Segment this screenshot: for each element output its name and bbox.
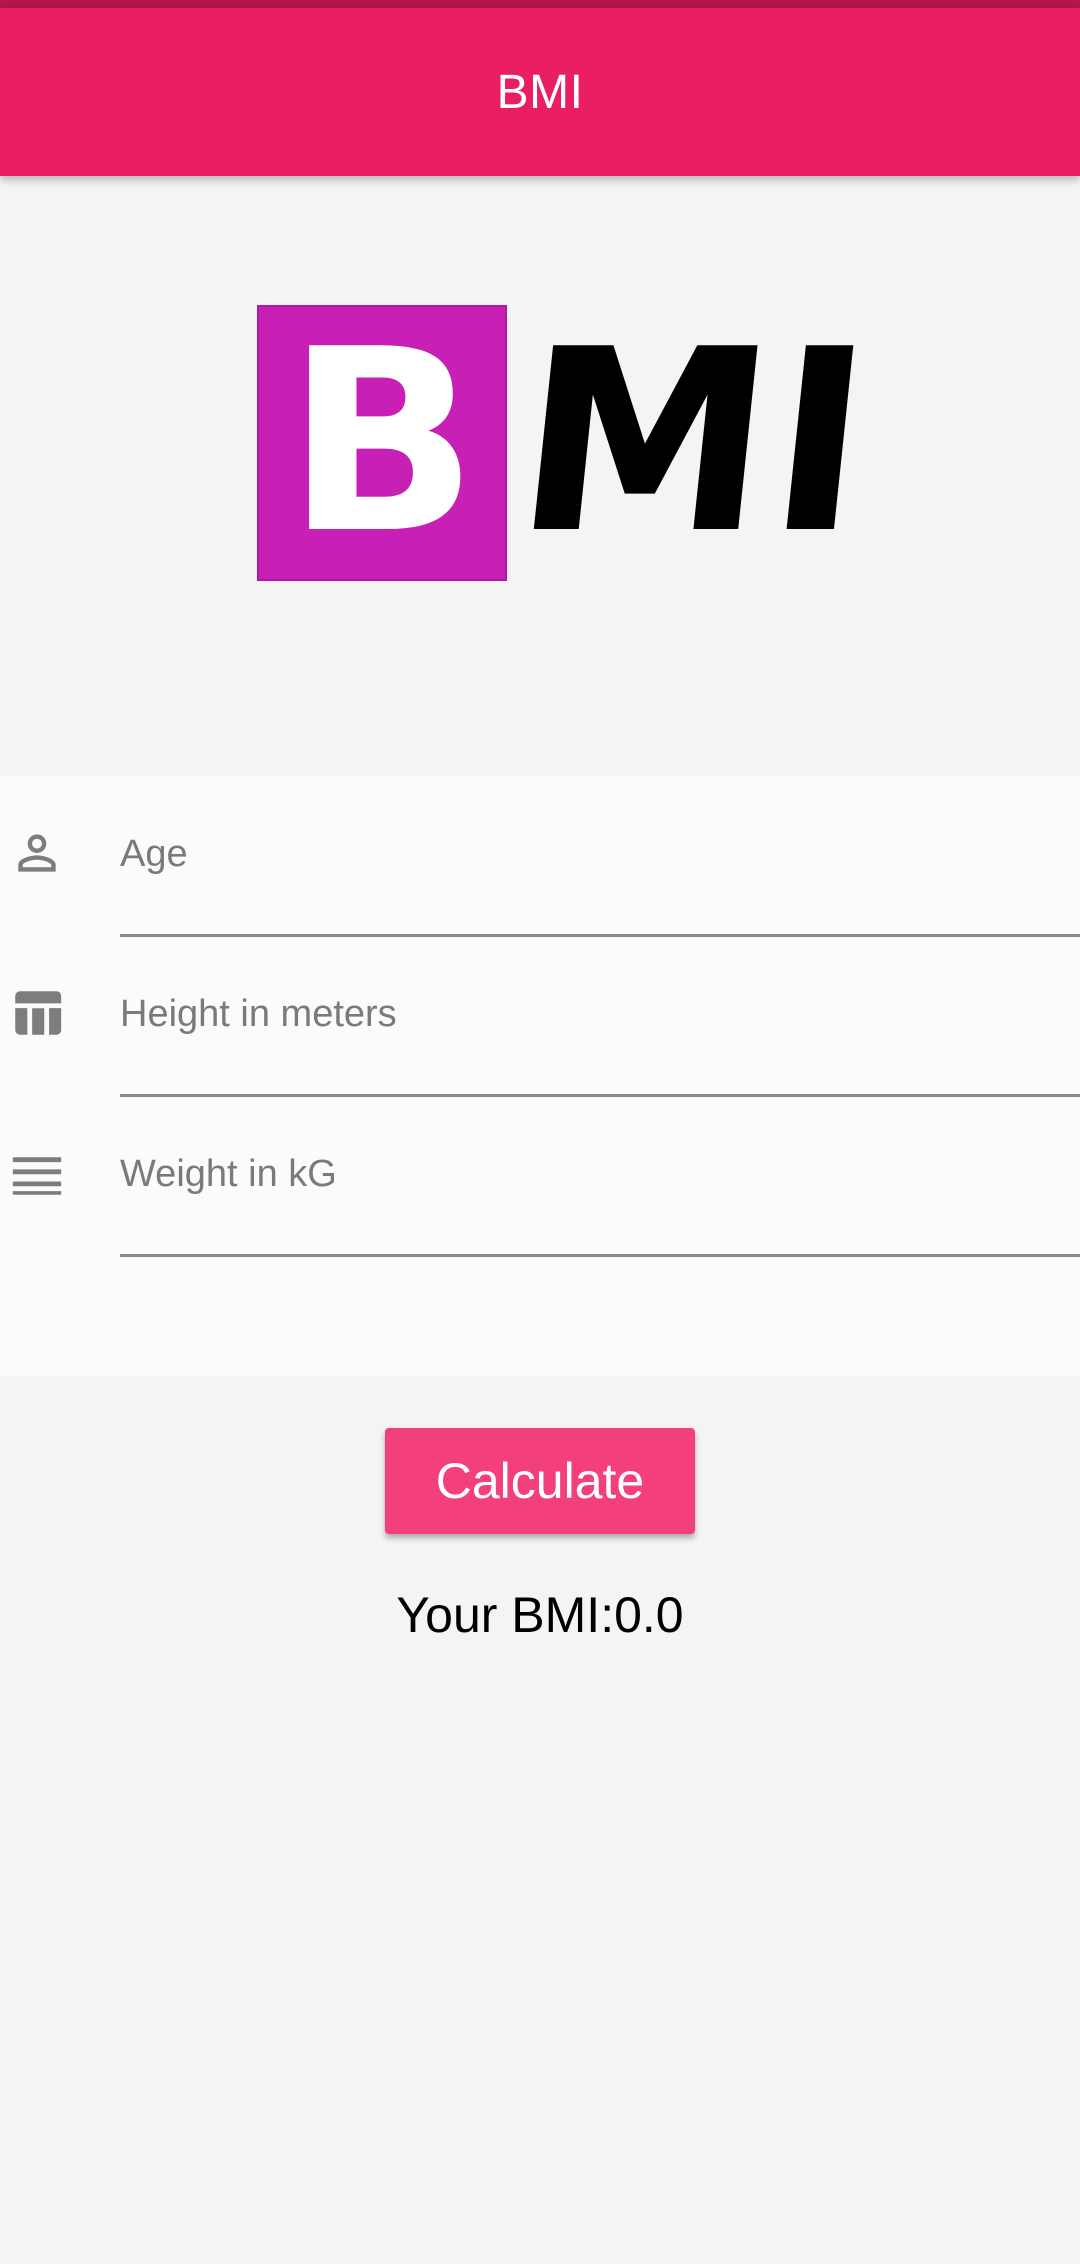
age-underline <box>120 934 1080 937</box>
age-field-row <box>0 824 1080 984</box>
person-icon <box>8 824 66 882</box>
weight-underline <box>120 1254 1080 1257</box>
table-icon <box>8 984 66 1042</box>
input-form <box>0 776 1080 1376</box>
bmi-logo: B MI <box>257 296 884 589</box>
bmi-result: Your BMI:0.0 <box>396 1587 684 1643</box>
lines-icon <box>8 1144 66 1202</box>
logo-letters-mi: MI <box>504 296 884 589</box>
weight-input[interactable] <box>120 1144 1080 1204</box>
height-underline <box>120 1094 1080 1097</box>
weight-field-row <box>0 1144 1080 1304</box>
height-input[interactable] <box>120 984 1080 1044</box>
app-bar-title: BMI <box>496 65 584 119</box>
logo-letter-b: B <box>285 296 479 589</box>
height-field-row <box>0 984 1080 1144</box>
app-bar: BMI <box>0 8 1080 176</box>
calculate-button[interactable]: Calculate <box>385 1428 695 1534</box>
status-bar <box>0 0 1080 8</box>
age-input[interactable] <box>120 824 1080 884</box>
